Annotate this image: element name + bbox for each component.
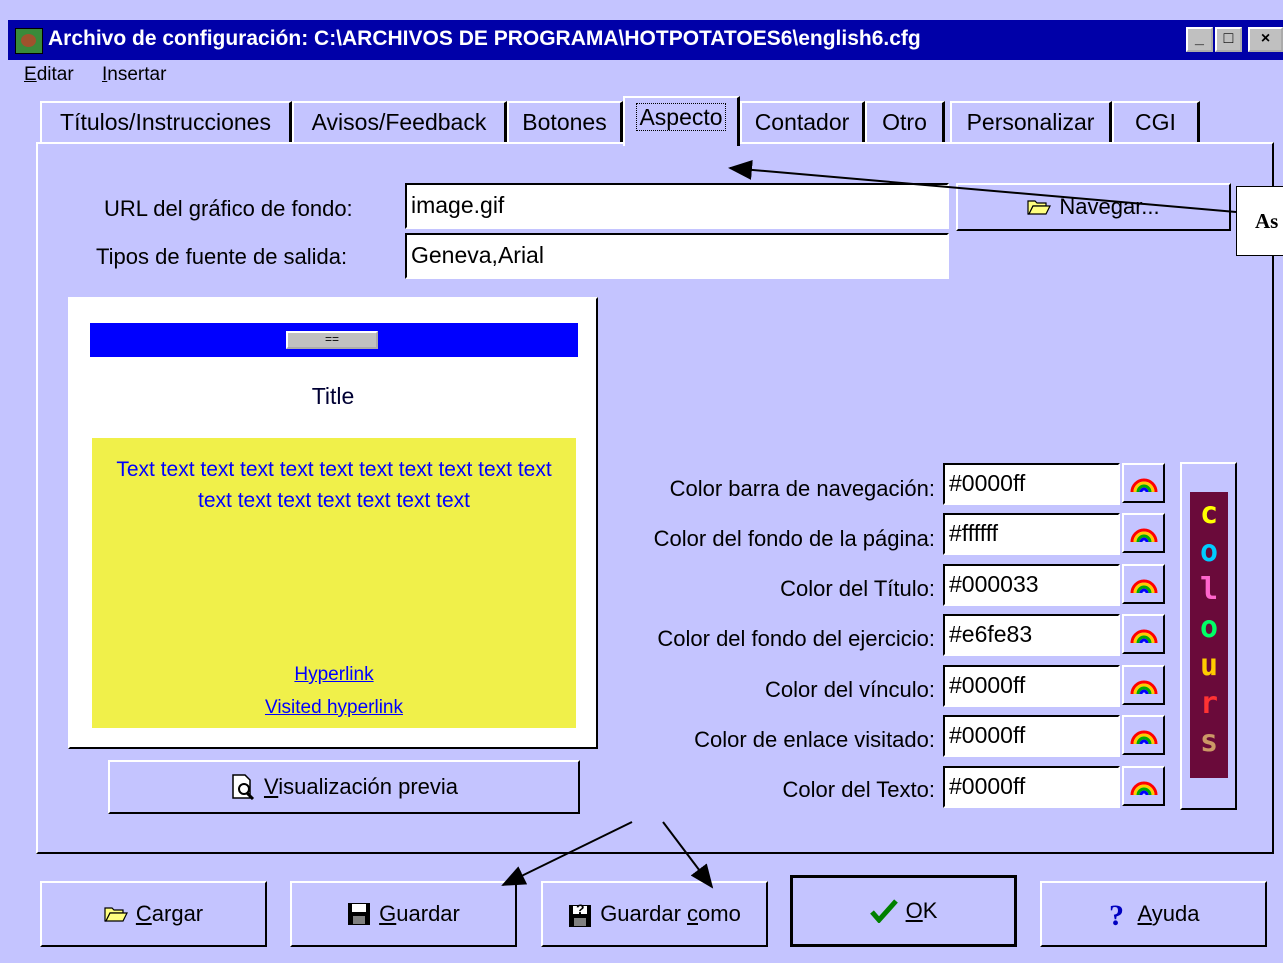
arrow-to-guardar <box>501 821 633 886</box>
callout-box: As <box>1236 186 1283 256</box>
arrow-to-guardar-como <box>662 821 714 889</box>
tab-aspecto-label: Aspecto <box>636 103 726 131</box>
arrow-to-aspecto <box>728 159 1237 213</box>
tab-aspecto[interactable]: Aspecto <box>623 96 740 146</box>
callout-text: As <box>1255 209 1279 233</box>
